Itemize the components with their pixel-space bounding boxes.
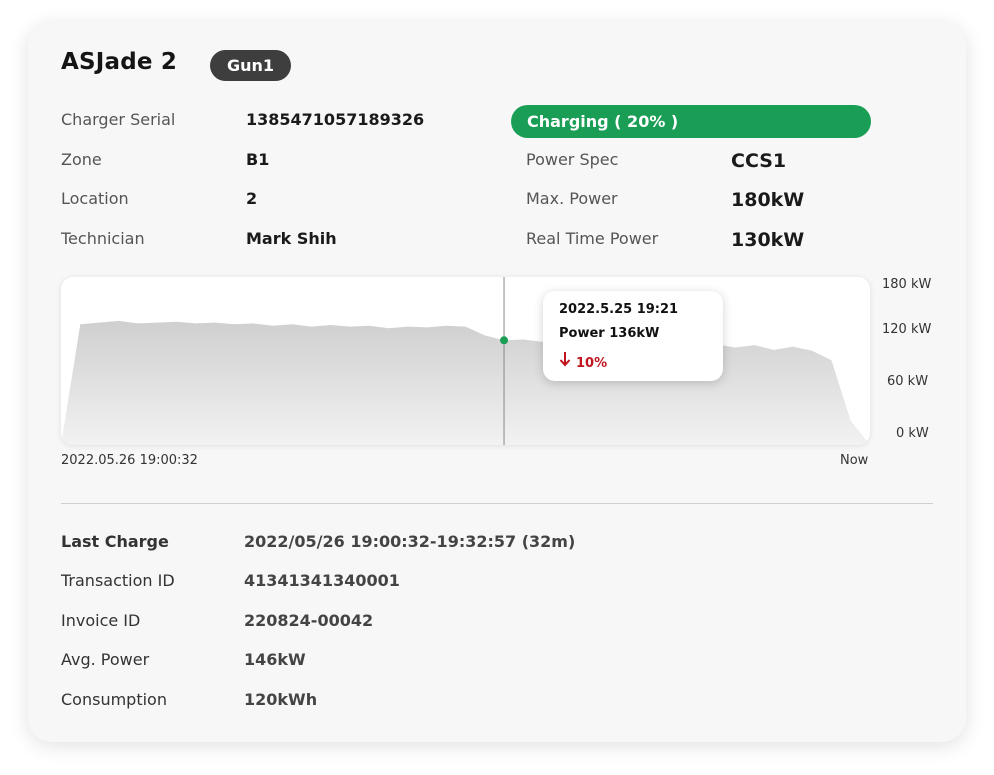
arrow-down-icon — [559, 351, 573, 371]
technician-value: Mark Shih — [246, 229, 337, 248]
power-area — [61, 320, 870, 445]
transaction-id-label: Transaction ID — [61, 571, 175, 590]
power-spec-value: CCS1 — [731, 150, 787, 172]
power-chart[interactable] — [61, 277, 870, 445]
chart-cursor-dot — [500, 336, 509, 345]
last-charge-value: 2022/05/26 19:00:32-19:32:57 (32m) — [244, 532, 576, 551]
y-tick-60: 60 kW — [887, 374, 929, 389]
charger-serial-value: 1385471057189326 — [246, 110, 425, 129]
section-divider — [61, 503, 933, 504]
avg-power-value: 146kW — [244, 650, 306, 669]
max-power-label: Max. Power — [526, 189, 618, 208]
tooltip-power: Power 136kW — [559, 326, 660, 341]
charger-detail-card: ASJade 2 Gun1 Charger Serial 13854710571… — [28, 22, 966, 742]
x-start-label: 2022.05.26 19:00:32 — [61, 453, 198, 468]
location-label: Location — [61, 189, 129, 208]
consumption-value: 120kWh — [244, 690, 318, 709]
transaction-id-value: 41341341340001 — [244, 571, 400, 590]
charger-serial-label: Charger Serial — [61, 110, 176, 129]
y-tick-180: 180 kW — [882, 277, 932, 292]
avg-power-label: Avg. Power — [61, 650, 150, 669]
tooltip-change-value: 10% — [576, 356, 608, 371]
max-power-value: 180kW — [731, 189, 805, 211]
real-time-power-value: 130kW — [731, 229, 805, 251]
y-tick-120: 120 kW — [882, 322, 932, 337]
gun-badge: Gun1 — [210, 50, 292, 81]
zone-label: Zone — [61, 150, 102, 169]
technician-label: Technician — [61, 229, 145, 248]
chart-tooltip: 2022.5.25 19:21 Power 136kW 10% — [543, 291, 723, 381]
invoice-id-label: Invoice ID — [61, 611, 141, 630]
invoice-id-value: 220824-00042 — [244, 611, 374, 630]
location-value: 2 — [246, 189, 258, 208]
real-time-power-label: Real Time Power — [526, 229, 659, 248]
charger-title: ASJade 2 — [61, 49, 178, 75]
power-spec-label: Power Spec — [526, 150, 619, 169]
zone-value: B1 — [246, 150, 270, 169]
last-charge-label: Last Charge — [61, 532, 169, 551]
tooltip-change: 10% — [559, 351, 607, 371]
consumption-label: Consumption — [61, 690, 167, 709]
y-tick-0: 0 kW — [896, 426, 929, 441]
x-end-label: Now — [840, 453, 869, 468]
power-chart-svg — [61, 277, 870, 445]
charging-status-badge: Charging ( 20% ) — [511, 105, 871, 138]
tooltip-date: 2022.5.25 19:21 — [559, 302, 679, 317]
